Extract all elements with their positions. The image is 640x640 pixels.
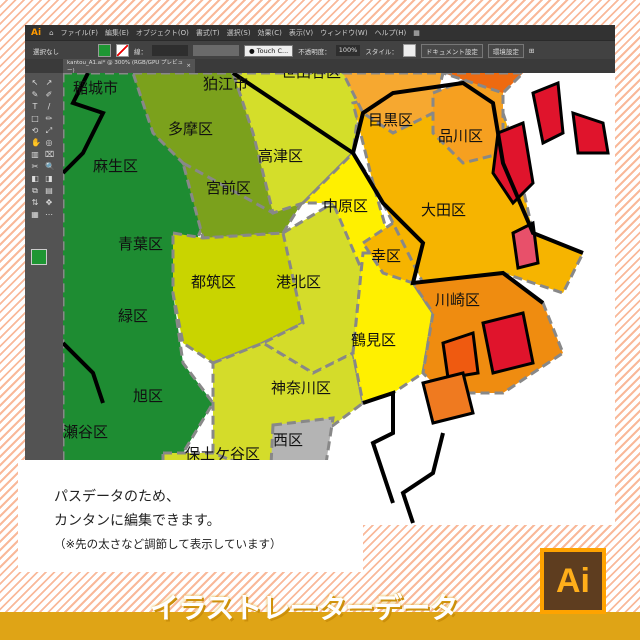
selection-status: 選択なし — [33, 47, 59, 56]
map-label: 幸区 — [371, 247, 402, 265]
tool-icon[interactable]: ⇅ — [31, 199, 39, 207]
tool-icon[interactable]: ✋ — [31, 139, 41, 147]
map-label: 品川区 — [438, 127, 484, 145]
map-label: 多摩区 — [168, 120, 214, 138]
app-logo: Ai — [31, 27, 42, 38]
map-label: 瀬谷区 — [63, 423, 109, 441]
tool-icon[interactable]: ⋯ — [45, 211, 53, 219]
map-label: 稲城市 — [73, 79, 119, 97]
tool-icon[interactable]: □ — [31, 115, 39, 123]
close-icon[interactable]: × — [186, 63, 191, 69]
menu-window[interactable]: ウィンドウ(W) — [320, 28, 367, 38]
menu-bar: Ai ⌂ ファイル(F) 編集(E) オブジェクト(O) 書式(T) 選択(S)… — [25, 25, 615, 40]
map-label: 緑区 — [118, 307, 149, 325]
menu-object[interactable]: オブジェクト(O) — [136, 28, 189, 38]
tool-icon[interactable]: ✐ — [45, 91, 53, 99]
tool-icon[interactable]: ↗ — [45, 79, 53, 87]
map — [63, 73, 610, 525]
illustrator-logo: Ai — [540, 548, 606, 614]
arrange-icon[interactable]: ⊞ — [529, 47, 534, 55]
tool-icon[interactable]: ✥ — [45, 199, 53, 207]
stroke-swatch[interactable] — [116, 44, 129, 57]
map-label: 旭区 — [133, 387, 164, 405]
headline: イラストレーターデータ — [150, 591, 458, 625]
brush-name: Touch C... — [256, 46, 289, 55]
tool-icon[interactable]: ⟲ — [31, 127, 39, 135]
map-label: 川崎区 — [435, 291, 481, 309]
style-label: スタイル： — [365, 47, 398, 56]
workspace-icon[interactable]: ▦ — [413, 29, 420, 37]
tool-icon[interactable]: ▦ — [31, 211, 39, 219]
tool-icon[interactable]: ⤢ — [45, 127, 53, 135]
fill-color-swatch[interactable] — [31, 249, 47, 265]
menu-edit[interactable]: 編集(E) — [105, 28, 129, 38]
tool-icon[interactable]: ◎ — [45, 139, 53, 147]
tool-icon[interactable]: ▥ — [31, 151, 39, 159]
info-box: パスデータのため、 カンタンに編集できます。 （※先の太さなど調節して表示してい… — [18, 460, 363, 572]
style-swatch[interactable] — [402, 44, 416, 57]
control-bar: 選択なし 線： ● Touch C... 不透明度： 100% スタイル： ドキ… — [25, 40, 615, 60]
map-label: 高津区 — [258, 147, 304, 165]
tool-icon[interactable]: 🔍 — [45, 163, 55, 171]
menu-select[interactable]: 選択(S) — [227, 28, 251, 38]
tab-title: kantou_A1.ai* @ 300% (RGB/GPU プレビュー) — [67, 60, 184, 74]
menu-file[interactable]: ファイル(F) — [61, 28, 99, 38]
map-label: 西区 — [273, 431, 304, 449]
map-label: 麻生区 — [93, 157, 139, 175]
tool-icon[interactable]: ↖ — [31, 79, 39, 87]
tool-icon[interactable]: ◧ — [31, 175, 39, 183]
menu-help[interactable]: ヘルプ(H) — [375, 28, 407, 38]
tool-icon[interactable]: ◨ — [45, 175, 53, 183]
map-label: 狛江市 — [203, 75, 249, 93]
brush-select[interactable]: ● Touch C... — [244, 44, 294, 57]
preferences-button[interactable]: 環境設定 — [487, 43, 524, 58]
map-label: 都筑区 — [191, 273, 237, 291]
info-note: （※先の太さなど調節して表示しています） — [54, 537, 282, 551]
tool-icon[interactable]: ✏ — [45, 115, 53, 123]
tool-icon[interactable]: ✎ — [31, 91, 39, 99]
opacity-label: 不透明度： — [298, 47, 331, 56]
tool-icon[interactable]: ✂ — [31, 163, 39, 171]
document-settings-button[interactable]: ドキュメント設定 — [420, 43, 483, 58]
variable-width-select[interactable] — [193, 45, 239, 56]
map-label: 青葉区 — [118, 235, 164, 253]
map-label: 大田区 — [421, 201, 467, 219]
map-label: 神奈川区 — [271, 379, 332, 397]
artboard-canvas[interactable]: 稲城市 狛江市 世田谷区多摩区麻生区 高津区 目黒区品川区宮前区中原区 大田区青葉区幸区都… — [63, 73, 615, 525]
document-tab[interactable]: kantou_A1.ai* @ 300% (RGB/GPU プレビュー) × — [63, 59, 195, 74]
map-label: 鶴見区 — [351, 331, 397, 349]
logo-text: Ai — [544, 552, 602, 610]
info-line-2: カンタンに編集できます。 — [54, 513, 221, 529]
toolbar: ↖ ↗ ✎ ✐ T / □ ✏ ⟲ ⤢ ✋ ◎ ▥ ⌧ ✂ 🔍 ◧ ◨ ⧉ ▤ ⇅ ✥ ▦ ⋯ — [25, 73, 63, 525]
illustrator-window: Ai ⌂ ファイル(F) 編集(E) オブジェクト(O) 書式(T) 選択(S)… — [25, 25, 615, 525]
fill-swatch[interactable] — [98, 44, 111, 57]
map-label: 目黒区 — [368, 111, 414, 129]
map-label: 世田谷区 — [281, 73, 341, 82]
tool-icon[interactable]: ⌧ — [45, 151, 54, 159]
map-label: 港北区 — [276, 273, 322, 291]
tool-icon[interactable]: T — [31, 103, 39, 111]
menu-view[interactable]: 表示(V) — [289, 28, 313, 38]
opacity-input[interactable]: 100% — [335, 45, 361, 56]
tool-icon[interactable]: ⧉ — [31, 187, 39, 195]
info-line-1: パスデータのため、 — [54, 489, 180, 505]
home-icon[interactable]: ⌂ — [49, 29, 53, 37]
menu-effect[interactable]: 効果(C) — [258, 28, 282, 38]
map-label: 中原区 — [323, 197, 369, 215]
tool-icon[interactable]: / — [45, 103, 53, 111]
tab-bar: kantou_A1.ai* @ 300% (RGB/GPU プレビュー) × — [25, 59, 615, 74]
menu-type[interactable]: 書式(T) — [196, 28, 220, 38]
tool-icon[interactable]: ▤ — [45, 187, 53, 195]
stroke-width-input[interactable] — [152, 45, 188, 56]
stroke-label: 線： — [134, 47, 147, 56]
map-label: 宮前区 — [206, 179, 252, 197]
